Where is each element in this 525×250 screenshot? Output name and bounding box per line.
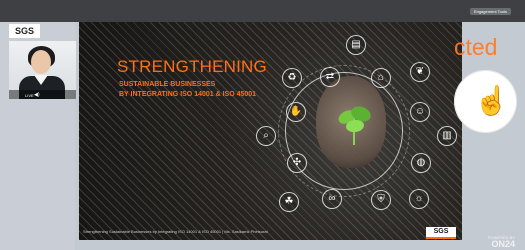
speaker-face: [31, 50, 51, 74]
globe-icon: ◍: [411, 153, 431, 173]
hand-plant-icon: ☘: [279, 192, 299, 212]
mind-icon: ☼: [409, 189, 429, 209]
slide-subtitle: SUSTAINABLE BUSINESSES BY INTEGRATING IS…: [119, 80, 256, 100]
hand-icon: ☝: [474, 85, 509, 116]
recycle-icon: ♻: [282, 68, 302, 88]
binoculars-icon: ∞: [322, 189, 342, 209]
building-icon: ⌂: [371, 68, 391, 88]
document-icon: ▤: [346, 35, 366, 55]
chart-icon: ▥: [437, 126, 457, 146]
slide-subtitle-line-2: BY INTEGRATING ISO 14001 & ISO 45001: [119, 91, 257, 98]
background-word: cted: [454, 34, 498, 60]
live-label: LIVE: [25, 93, 34, 98]
presentation-slide: STRENGTHENING SUSTAINABLE BUSINESSES BY …: [79, 22, 462, 240]
speaker-video[interactable]: LIVE ◀): [9, 41, 76, 99]
top-bar: Engagement Tools: [0, 0, 525, 22]
shield-icon: ⛨: [371, 190, 391, 210]
sgs-logo: SGS: [9, 24, 40, 38]
slide-subtitle-line-1: SUSTAINABLE BUSINESSES: [119, 81, 216, 88]
leaf-icon: ❦: [410, 62, 430, 82]
slide-caption: Strengthening Sustainable Businesses by …: [83, 229, 268, 234]
share-icon: ⇄: [320, 67, 340, 87]
slide-sgs-logo: SGS: [426, 227, 456, 239]
slide-title: STRENGTHENING: [117, 57, 267, 76]
search-icon: ⌕: [256, 126, 276, 146]
network-icon: ✣: [287, 153, 307, 173]
team-icon: ☺: [410, 102, 430, 122]
engagement-tools-button[interactable]: Engagement Tools: [469, 8, 511, 15]
volume-icon[interactable]: ◀): [34, 92, 40, 98]
handshake-icon: ✋: [286, 102, 306, 122]
on24-logo: ON24: [491, 239, 515, 249]
video-control-bar[interactable]: LIVE ◀): [9, 90, 76, 99]
sprout-icon: [338, 106, 371, 145]
